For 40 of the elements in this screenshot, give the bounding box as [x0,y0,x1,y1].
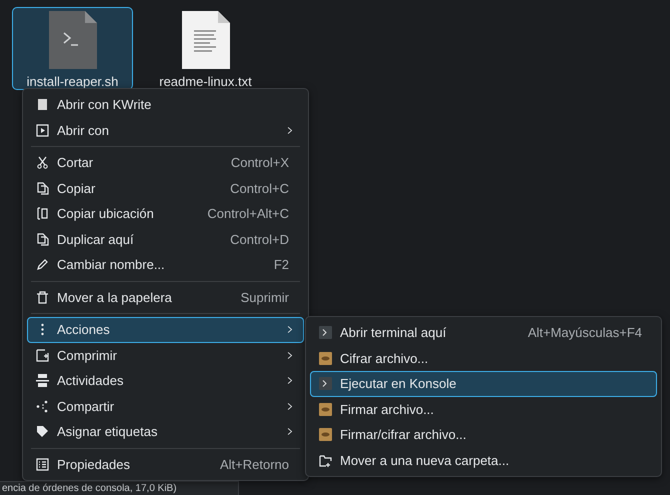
menu-item[interactable]: Cambiar nombre... F2 [27,252,304,278]
menu-item[interactable]: Firmar/cifrar archivo... [310,422,657,448]
menu-item[interactable]: Asignar etiquetas [27,419,304,444]
status-bar: encia de órdenes de consola, 17,0 KiB) [0,481,239,495]
menu-item[interactable]: Duplicar aquí Control+D [27,226,304,252]
menu-item[interactable]: Cifrar archivo... [310,346,657,371]
terminal-icon [319,326,332,340]
properties-icon [36,458,49,471]
menu-item[interactable]: Propiedades Alt+Retorno [27,452,304,477]
trash-icon [36,290,49,304]
desktop-file[interactable]: install-reaper.sh [12,7,133,90]
menu-item[interactable]: Abrir con KWrite [27,92,304,118]
play-icon [36,124,49,137]
menu-item[interactable]: Ejecutar en Konsole [310,371,657,396]
share-icon [36,400,49,413]
menu-item[interactable]: Copiar ubicación Control+Alt+C [27,201,304,226]
desktop-file[interactable]: readme-linux.txt [145,7,266,90]
menu-item[interactable]: Compartir [27,394,304,419]
menu-item[interactable]: Abrir terminal aquí Alt+Mayúsculas+F4 [310,320,657,346]
archive-icon [36,348,49,362]
menu-item[interactable]: Mover a la papelera Suprimir [27,284,304,310]
tag-icon [36,425,49,438]
menu-item[interactable]: Acciones [27,317,304,342]
menu-item[interactable]: Actividades [27,368,304,394]
copy-icon [36,232,49,246]
menu-item[interactable]: Abrir con [27,118,304,143]
menu-item[interactable]: Mover a una nueva carpeta... [310,448,657,473]
menu-item[interactable]: Cortar Control+X [27,150,304,176]
pencil-icon [36,258,49,272]
document-icon [36,98,49,112]
terminal-icon [319,377,332,390]
menu-item[interactable]: Firmar archivo... [310,396,657,422]
copy-icon [36,182,49,195]
activities-icon [36,374,49,388]
script-file-icon [48,11,96,69]
text-file-icon [182,11,230,69]
menu-item[interactable]: Copiar Control+C [27,176,304,201]
menu-item[interactable]: Comprimir [27,342,304,368]
scissors-icon [36,156,49,170]
folder-plus-icon [319,454,332,467]
